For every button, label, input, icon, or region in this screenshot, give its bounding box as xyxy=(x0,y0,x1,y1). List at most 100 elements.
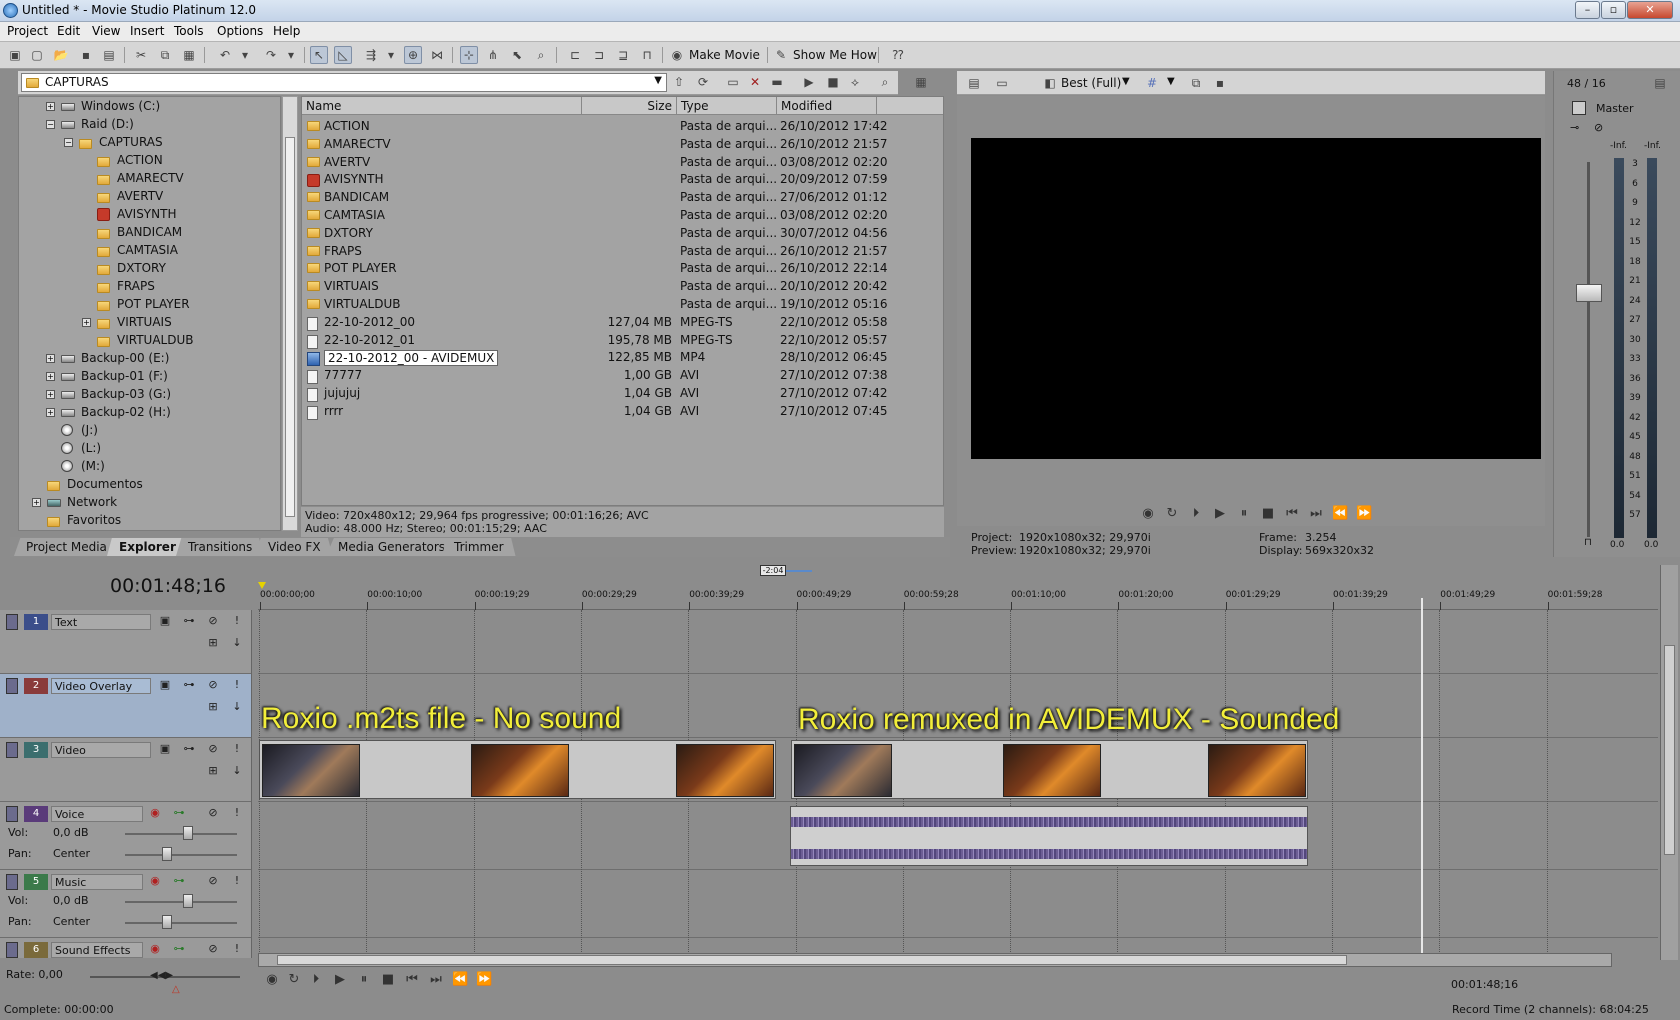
fx-icon[interactable]: ⊞ xyxy=(206,636,220,650)
fx-icon[interactable]: ⊞ xyxy=(206,764,220,778)
file-row[interactable]: AMARECTV Pasta de arqui... 26/10/2012 21:5… xyxy=(302,135,942,154)
lock-icon[interactable]: ⊓ xyxy=(638,46,656,64)
file-row[interactable]: AVISYNTH Pasta de arqui... 20/09/2012 07:5… xyxy=(302,170,942,189)
file-row[interactable]: rrrr 1,04 GB AVI 27/10/2012 07:45 xyxy=(302,402,942,421)
file-row[interactable]: 22-10-2012_01 195,78 MB MPEG-TS 22/10/2012 … xyxy=(302,331,942,350)
file-row[interactable]: CAMTASIA Pasta de arqui... 03/08/2012 02:2… xyxy=(302,206,942,225)
cut-icon[interactable]: ✂ xyxy=(132,46,150,64)
volume-slider[interactable] xyxy=(183,894,193,908)
file-row[interactable]: 22-10-2012_00 - AVIDEMUX 122,85 MB MP4 28/1… xyxy=(302,348,942,367)
video-clip-avidemux[interactable] xyxy=(791,740,1308,799)
arm-record-icon[interactable]: ◉ xyxy=(148,874,162,888)
file-row[interactable]: VIRTUALDUB Pasta de arqui... 19/10/2012 05… xyxy=(302,295,942,314)
file-row[interactable]: ACTION Pasta de arqui... 26/10/2012 17:42 xyxy=(302,117,942,136)
new-project-icon[interactable]: ▣ xyxy=(6,46,24,64)
solo-icon[interactable]: ! xyxy=(230,614,244,628)
mute-icon[interactable]: ⊘ xyxy=(206,806,220,820)
solo-icon[interactable]: ! xyxy=(230,742,244,756)
loop-icon[interactable]: ↻ xyxy=(286,972,302,988)
play-from-start-icon[interactable]: ⏵ xyxy=(1188,506,1204,522)
collapse-icon[interactable]: − xyxy=(46,120,55,129)
expand-icon[interactable]: + xyxy=(82,318,91,327)
file-row[interactable]: 77777 1,00 GB AVI 27/10/2012 07:38 xyxy=(302,366,942,385)
chevron-down-icon[interactable]: ▼ xyxy=(1122,76,1130,87)
next-frame-icon[interactable]: ⏩ xyxy=(476,972,492,988)
preview-quality[interactable]: Best (Full) xyxy=(1061,76,1121,90)
file-row[interactable]: 22-10-2012_00 127,04 MB MPEG-TS 22/10/2012 … xyxy=(302,313,942,332)
file-row[interactable]: jujujuj 1,04 GB AVI 27/10/2012 07:42 xyxy=(302,384,942,403)
file-row[interactable]: VIRTUAIS Pasta de arqui... 20/10/2012 20:4… xyxy=(302,277,942,296)
track-header-video-overlay[interactable]: 2 Video Overlay ▣ ⊶ ⊘ ! ⊞ ↓ xyxy=(0,674,251,738)
track-name[interactable]: Text xyxy=(51,614,151,630)
mute-icon[interactable]: ⊘ xyxy=(206,678,220,692)
tree-item[interactable]: + VIRTUAIS xyxy=(19,314,259,331)
make-movie-icon[interactable]: ◉ xyxy=(668,46,686,64)
column-type[interactable]: Type xyxy=(677,97,777,115)
track-name[interactable]: Video Overlay xyxy=(51,678,151,694)
selection-tool-icon[interactable]: ⬉ xyxy=(508,46,526,64)
tree-item[interactable]: BANDICAM xyxy=(19,224,259,241)
arm-record-icon[interactable]: ◉ xyxy=(148,942,162,956)
tree-item[interactable]: + Backup-00 (E:) xyxy=(19,350,259,367)
menu-tools[interactable]: Tools xyxy=(174,24,204,38)
time-ruler[interactable]: 00:00:00;00 00:00:10;00 00:00:19;29 00:00:2… xyxy=(258,590,1658,610)
fx-icon[interactable]: ⊶ xyxy=(172,942,186,956)
tree-item[interactable]: AVISYNTH xyxy=(19,206,259,223)
pause-icon[interactable]: ⏸ xyxy=(356,972,372,988)
paste-icon[interactable]: ▦ xyxy=(180,46,198,64)
show-me-how-icon[interactable]: ✎ xyxy=(772,46,790,64)
track-header-sound-effects[interactable]: 6 Sound Effects ◉ ⊶ ⊘ ! xyxy=(0,938,251,958)
fx-icon[interactable]: ⊶ xyxy=(172,806,186,820)
pan-slider[interactable] xyxy=(162,915,172,929)
app-icon[interactable] xyxy=(3,3,18,18)
tree-item[interactable]: CAMTASIA xyxy=(19,242,259,259)
expand-icon[interactable]: + xyxy=(32,498,41,507)
mute-icon[interactable]: ⊘ xyxy=(206,742,220,756)
record-icon[interactable]: ◉ xyxy=(1140,506,1156,522)
mixer-routing-icon[interactable]: ⊸ xyxy=(1570,121,1579,134)
master-fader[interactable] xyxy=(1576,284,1602,302)
properties-icon[interactable]: ▤ xyxy=(100,46,118,64)
tree-item[interactable]: Documentos xyxy=(19,476,259,493)
mute-icon[interactable]: ⊘ xyxy=(1594,121,1603,134)
column-name[interactable]: Name xyxy=(302,97,582,115)
tree-item[interactable]: ACTION xyxy=(19,152,259,169)
menu-insert[interactable]: Insert xyxy=(130,24,164,38)
arm-record-icon[interactable]: ◉ xyxy=(148,806,162,820)
save-icon[interactable]: ▪ xyxy=(77,46,95,64)
track-name[interactable]: Sound Effects xyxy=(51,942,143,958)
tree-item[interactable]: − CAPTURAS xyxy=(19,134,259,151)
trim-icon[interactable]: ⊐ xyxy=(590,46,608,64)
timeline-vertical-scrollbar[interactable] xyxy=(1660,565,1678,960)
envelope-tool-icon[interactable]: ◺ xyxy=(334,46,352,64)
save-snapshot-icon[interactable]: ▪ xyxy=(1211,74,1229,92)
split-icon[interactable]: ⋔ xyxy=(484,46,502,64)
expand-icon[interactable]: + xyxy=(46,102,55,111)
undo-dropdown-icon[interactable]: ▾ xyxy=(236,46,254,64)
tree-item[interactable]: (M:) xyxy=(19,458,259,475)
tree-item[interactable]: Favoritos xyxy=(19,512,259,529)
ripple-dropdown-icon[interactable]: ▾ xyxy=(382,46,400,64)
rate-slider[interactable]: ◀◀▶ xyxy=(150,970,173,981)
tree-item[interactable]: AVERTV xyxy=(19,188,259,205)
path-dropdown[interactable]: CAPTURAS ▼ xyxy=(21,73,667,92)
parent-icon[interactable]: ↓ xyxy=(230,636,244,650)
stop-icon[interactable]: ■ xyxy=(380,972,396,988)
external-monitor-icon[interactable]: ▭ xyxy=(993,74,1011,92)
go-to-end-icon[interactable]: ⏭ xyxy=(428,972,444,988)
play-icon[interactable]: ▶ xyxy=(1212,506,1228,522)
go-to-start-icon[interactable]: ⏮ xyxy=(404,972,420,988)
track-header-text[interactable]: 1 Text ▣ ⊶ ⊘ ! ⊞ ↓ xyxy=(0,610,251,674)
pan-slider[interactable] xyxy=(162,847,172,861)
expand-icon[interactable]: + xyxy=(46,390,55,399)
compositing-icon[interactable]: ⊶ xyxy=(182,614,196,628)
tree-item[interactable]: + Backup-01 (F:) xyxy=(19,368,259,385)
file-row[interactable]: POT PLAYER Pasta de arqui... 26/10/2012 22… xyxy=(302,259,942,278)
audio-clip-avidemux[interactable] xyxy=(790,806,1308,866)
tree-item[interactable]: FRAPS xyxy=(19,278,259,295)
expand-icon[interactable]: + xyxy=(46,408,55,417)
expand-icon[interactable]: + xyxy=(46,372,55,381)
normal-edit-tool-icon[interactable]: ↖ xyxy=(310,46,328,64)
loop-icon[interactable]: ↻ xyxy=(1164,506,1180,522)
file-row[interactable]: AVERTV Pasta de arqui... 03/08/2012 02:20 xyxy=(302,153,942,172)
